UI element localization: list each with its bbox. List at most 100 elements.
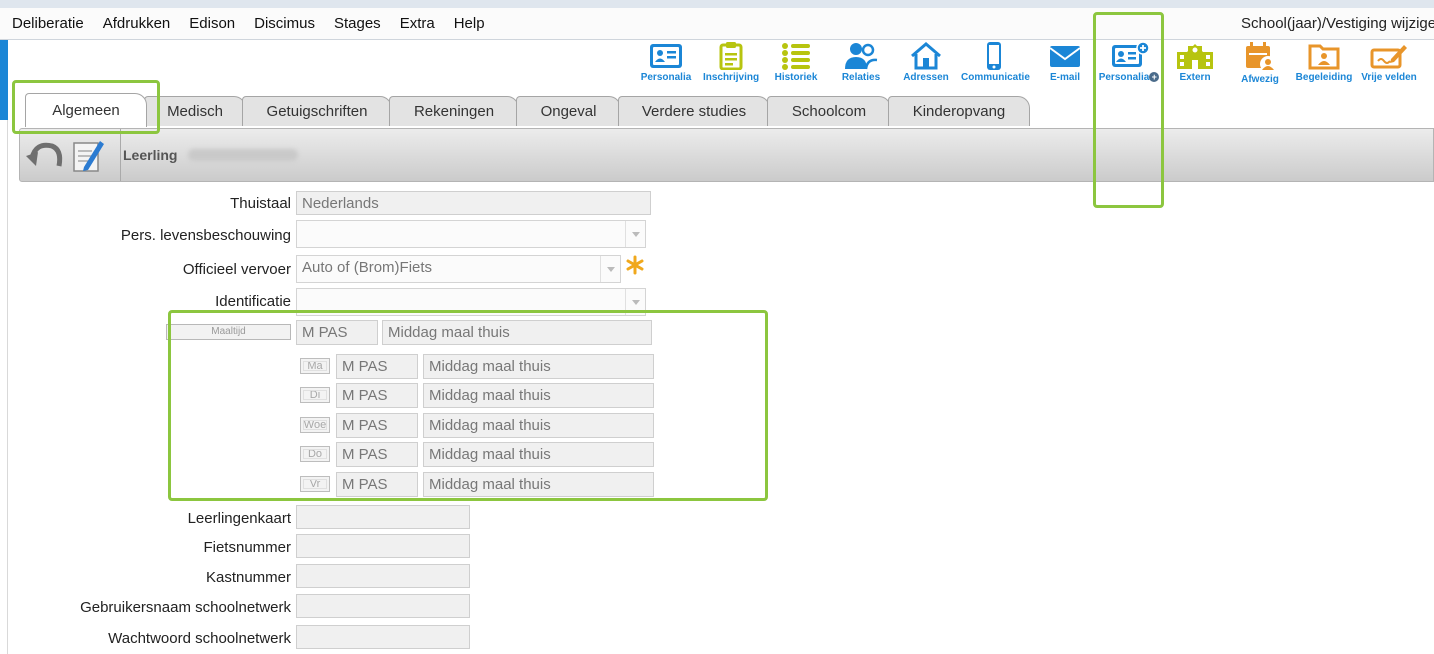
toolbar-begeleiding-button[interactable]: Begeleiding <box>1291 42 1357 88</box>
day-button-woe[interactable]: Woe <box>300 417 330 433</box>
day-button-vr[interactable]: Vr <box>300 476 330 492</box>
tab-verdere-studies[interactable]: Verdere studies <box>618 96 770 126</box>
menu-discimus[interactable]: Discimus <box>254 15 315 32</box>
undo-icon[interactable] <box>26 138 66 174</box>
day-code-field[interactable]: M PAS <box>336 413 418 438</box>
kastnummer-label: Kastnummer <box>205 569 291 586</box>
menu-help[interactable]: Help <box>454 15 485 32</box>
identificatie-label: Identificatie <box>215 293 291 310</box>
day-code-field[interactable]: M PAS <box>336 383 418 408</box>
toolbar-inschrijving-button[interactable]: Inschrijving <box>698 42 764 88</box>
select-value: Auto of (Brom)Fiets <box>302 259 433 276</box>
day-description-field[interactable]: Middag maal thuis <box>423 383 654 408</box>
maaltijd-code-field[interactable]: M PAS <box>296 320 378 345</box>
toolbar-label: Relaties <box>841 72 881 83</box>
day-description-field[interactable]: Middag maal thuis <box>423 354 654 379</box>
left-accent-strip <box>0 40 8 120</box>
day-code-field[interactable]: M PAS <box>336 442 418 467</box>
toolbar-label: Afwezig <box>1241 74 1279 85</box>
toolbar-afwezig-button[interactable]: Afwezig <box>1227 42 1293 88</box>
menu-deliberatie[interactable]: Deliberatie <box>12 15 84 32</box>
edit-form-icon <box>1370 45 1407 69</box>
tab-kinderopvang[interactable]: Kinderopvang <box>888 96 1030 126</box>
toolbar-adressen-button[interactable]: Adressen <box>893 42 959 88</box>
day-code-field[interactable]: M PAS <box>336 472 418 497</box>
thuistaal-field[interactable]: Nederlands <box>296 191 651 215</box>
vervoer-label: Officieel vervoer <box>182 261 291 278</box>
envelope-icon <box>1049 46 1081 67</box>
toolbar-email-button[interactable]: E-mail <box>1032 42 1098 88</box>
toolbar-label: Personalia <box>640 72 692 83</box>
calendar-person-icon <box>1246 42 1276 72</box>
toolbar-label: Communicatie <box>961 72 1030 83</box>
menu-extra[interactable]: Extra <box>400 15 435 32</box>
day-button-ma[interactable]: Ma <box>300 358 330 374</box>
phone-icon <box>987 42 1001 70</box>
people-icon <box>845 43 878 70</box>
toolbar-label: Adressen <box>903 72 949 83</box>
tab-medisch[interactable]: Medisch <box>144 96 246 126</box>
day-description-field[interactable]: Middag maal thuis <box>423 413 654 438</box>
toolbar-personalia-plus-button[interactable]: Personalia + <box>1096 42 1162 88</box>
fietsnummer-label: Fietsnummer <box>203 539 291 556</box>
id-card-icon <box>650 44 682 68</box>
toolbar-label: Inschrijving <box>702 72 760 83</box>
vervoer-select[interactable]: Auto of (Brom)Fiets <box>296 255 621 283</box>
toolbar-extern-button[interactable]: Extern <box>1162 42 1228 88</box>
toolbar-label: Extern <box>1179 72 1211 83</box>
maaltijd-button[interactable]: Maaltijd <box>166 324 291 340</box>
wachtwoord-field[interactable] <box>296 625 470 649</box>
toolbar-vrije-velden-button[interactable]: Vrije velden <box>1356 42 1422 88</box>
levensbeschouwing-select[interactable] <box>296 220 646 248</box>
house-icon <box>911 42 941 70</box>
day-button-do[interactable]: Do <box>300 446 330 462</box>
levensbeschouwing-label: Pers. levensbeschouwing <box>120 227 291 244</box>
identificatie-select[interactable] <box>296 288 646 316</box>
kastnummer-field[interactable] <box>296 564 470 588</box>
day-code-field[interactable]: M PAS <box>336 354 418 379</box>
clipboard-icon <box>719 42 743 70</box>
tab-rekeningen[interactable]: Rekeningen <box>389 96 519 126</box>
leerlingenkaart-label: Leerlingenkaart <box>187 510 291 527</box>
toolbar-historiek-button[interactable]: Historiek <box>763 42 829 88</box>
day-description-field[interactable]: Middag maal thuis <box>423 472 654 497</box>
blurred-student-name <box>188 149 298 161</box>
toolbar-label: Vrije velden <box>1361 72 1417 83</box>
left-divider <box>7 120 8 654</box>
tab-schoolcom[interactable]: Schoolcom <box>767 96 891 126</box>
chevron-down-icon <box>625 289 645 315</box>
header-separator <box>120 129 121 181</box>
school-year-switch-link[interactable]: School(jaar)/Vestiging wijzige <box>1241 15 1434 32</box>
school-building-icon <box>1177 44 1213 69</box>
chevron-down-icon <box>625 221 645 247</box>
thuistaal-label: Thuistaal <box>230 195 291 212</box>
toolbar-communicatie-button[interactable]: Communicatie <box>961 42 1030 88</box>
id-card-add-icon <box>1112 42 1149 67</box>
menu-items: Deliberatie Afdrukken Edison Discimus St… <box>12 15 504 32</box>
tab-algemeen[interactable]: Algemeen <box>25 93 147 127</box>
toolbar-label: Begeleiding <box>1295 72 1353 83</box>
menu-stages[interactable]: Stages <box>334 15 381 32</box>
tab-bar: Algemeen Medisch Getuigschriften Rekenin… <box>20 93 1040 127</box>
menu-edison[interactable]: Edison <box>189 15 235 32</box>
gebruikersnaam-field[interactable] <box>296 594 470 618</box>
toolbar-label: E-mail <box>1049 72 1080 83</box>
day-description-field[interactable]: Middag maal thuis <box>423 442 654 467</box>
plus-circle-icon: + <box>1149 72 1160 82</box>
maaltijd-description-field[interactable]: Middag maal thuis <box>382 320 652 345</box>
tab-ongeval[interactable]: Ongeval <box>516 96 621 126</box>
edit-note-icon[interactable] <box>72 137 106 175</box>
fietsnummer-field[interactable] <box>296 534 470 558</box>
toolbar-relaties-button[interactable]: Relaties <box>828 42 894 88</box>
chevron-down-icon <box>600 256 620 282</box>
asterisk-icon[interactable] <box>625 255 645 275</box>
toolbar-personalia-button[interactable]: Personalia <box>633 42 699 88</box>
toolbar-label: Personalia + <box>1096 72 1162 83</box>
list-icon <box>782 43 810 70</box>
menu-afdrukken[interactable]: Afdrukken <box>103 15 171 32</box>
toolbar-label: Historiek <box>774 72 818 83</box>
leerlingenkaart-field[interactable] <box>296 505 470 529</box>
folder-person-icon <box>1308 44 1340 70</box>
day-button-di[interactable]: Di <box>300 387 330 403</box>
tab-getuigschriften[interactable]: Getuigschriften <box>242 96 392 126</box>
